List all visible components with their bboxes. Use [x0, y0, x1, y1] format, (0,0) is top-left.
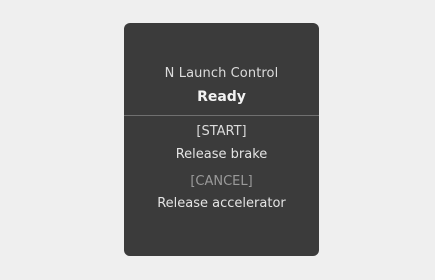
- launch-control-panel: N Launch Control Ready [START] Release b…: [124, 23, 319, 256]
- dialog-title: N Launch Control: [164, 66, 279, 81]
- status-text: Ready: [197, 89, 246, 105]
- divider: [124, 115, 319, 116]
- start-option-action: Release brake: [175, 147, 268, 162]
- start-option-label: [START]: [196, 124, 247, 139]
- cancel-option-action: Release accelerator: [157, 196, 286, 211]
- cancel-option-label: [CANCEL]: [190, 174, 253, 189]
